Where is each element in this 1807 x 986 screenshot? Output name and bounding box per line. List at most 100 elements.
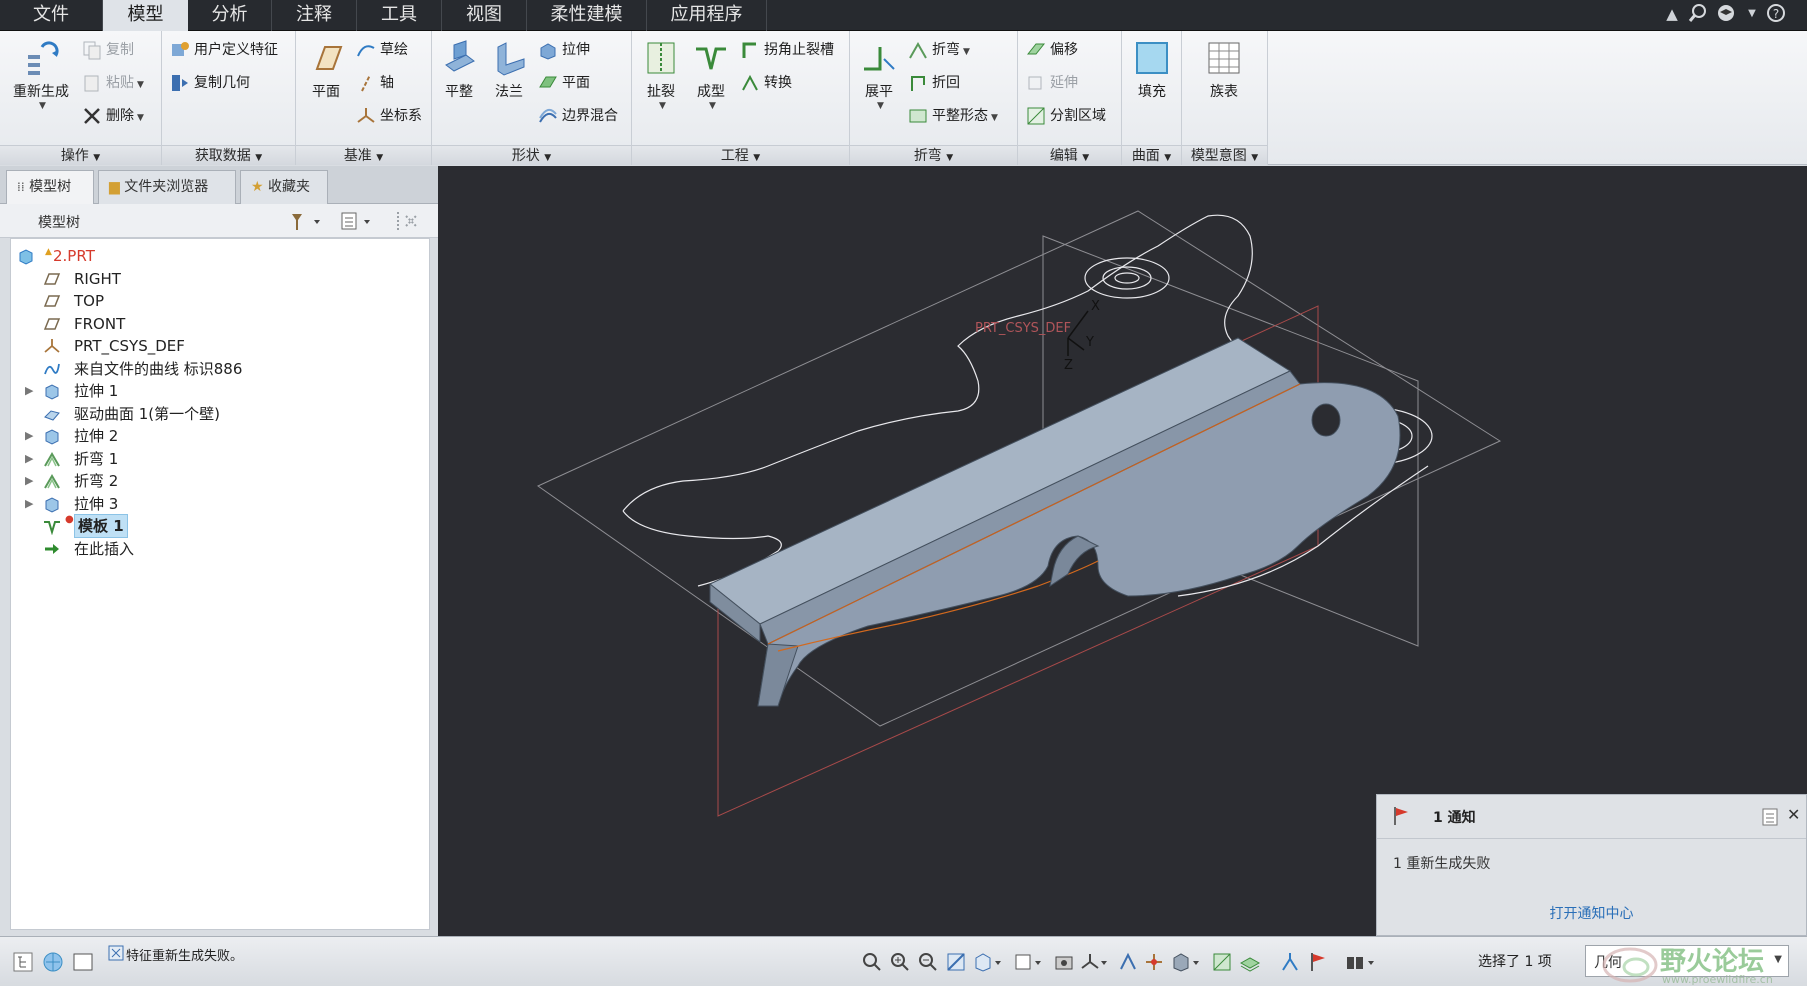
- filter-select-value: 几何: [1594, 955, 1622, 971]
- group-engineering-label[interactable]: 工程 ▼: [632, 145, 849, 165]
- boundary-blend-button[interactable]: 边界混合: [538, 103, 618, 129]
- help-icon[interactable]: ?: [1765, 3, 1787, 25]
- collapse-ribbon-icon[interactable]: ▲: [1661, 3, 1683, 25]
- filter-select[interactable]: 几何 ▼: [1585, 945, 1789, 977]
- show-tree-icon[interactable]: [12, 951, 34, 973]
- udf-button[interactable]: 用户定义特征: [170, 37, 278, 63]
- browser-icon[interactable]: [42, 951, 64, 973]
- sketch-button[interactable]: 草绘: [356, 37, 408, 63]
- flange-icon: [497, 42, 525, 76]
- extend-label: 延伸: [1050, 75, 1078, 91]
- paste-button[interactable]: 粘贴 ▼: [82, 70, 144, 96]
- bend-button[interactable]: 折弯 ▼: [908, 37, 970, 63]
- svg-text:?: ?: [1773, 7, 1779, 21]
- menu-tab-view[interactable]: 视图: [442, 0, 527, 31]
- selection-filter-icon[interactable]: [1279, 951, 1301, 973]
- layers-icon[interactable]: [1239, 951, 1261, 973]
- axis-button[interactable]: 轴: [356, 70, 394, 96]
- fill-button[interactable]: 填充: [1126, 39, 1178, 101]
- tree-settings-icon[interactable]: [288, 210, 324, 236]
- tab-folder-browser[interactable]: ▆ 文件夹浏览器: [98, 170, 236, 204]
- flat-pattern-button[interactable]: 平整形态 ▼: [908, 103, 998, 129]
- copy-button[interactable]: 复制: [82, 37, 134, 63]
- rip-button[interactable]: 扯裂 ▼: [636, 39, 686, 111]
- bend-back-button[interactable]: 折回: [908, 70, 960, 96]
- extend-button[interactable]: 延伸: [1026, 70, 1078, 96]
- family-table-button[interactable]: 族表: [1194, 39, 1254, 101]
- menu-tab-tools[interactable]: 工具: [357, 0, 442, 31]
- extrude-button[interactable]: 拉伸: [538, 37, 590, 63]
- rip-label: 扯裂: [647, 84, 675, 100]
- spin-center-icon[interactable]: [1143, 951, 1165, 973]
- bend-back-icon: [908, 73, 928, 93]
- perspective-icon[interactable]: [1053, 951, 1075, 973]
- corner-relief-button[interactable]: 拐角止裂槽: [740, 37, 834, 63]
- open-notification-center-link[interactable]: 打开通知中心: [1377, 903, 1806, 923]
- group-get-data-label[interactable]: 获取数据 ▼: [162, 145, 295, 165]
- planar-button[interactable]: 平面: [538, 70, 590, 96]
- datum-plane-icon: [43, 292, 61, 310]
- group-surface-label[interactable]: 曲面 ▼: [1122, 145, 1181, 165]
- tab-favorites[interactable]: ★ 收藏夹: [240, 170, 328, 204]
- flat-wall-button[interactable]: 平整: [434, 39, 484, 101]
- group-shapes-label[interactable]: 形状 ▼: [432, 145, 631, 165]
- model-tree-header: 模型树: [0, 204, 438, 238]
- unbend-dropdown-icon[interactable]: ▼: [855, 101, 906, 111]
- repaint-icon[interactable]: [945, 951, 967, 973]
- menu-tab-model[interactable]: 模型: [103, 0, 188, 31]
- regenerate-icon: [28, 41, 59, 75]
- fill-icon: [1136, 42, 1168, 74]
- udf-label: 用户定义特征: [194, 42, 278, 58]
- tree-display-icon[interactable]: [340, 210, 376, 236]
- tab-model-tree[interactable]: ⁞⁞ 模型树: [6, 170, 94, 204]
- extrude-icon: [538, 40, 558, 60]
- menu-tab-annotate[interactable]: 注释: [272, 0, 357, 31]
- regenerate-button[interactable]: 重新生成 ▼: [6, 39, 76, 111]
- display-style-icon[interactable]: [1171, 951, 1199, 973]
- unbend-button[interactable]: 展平 ▼: [852, 39, 906, 111]
- refit-icon[interactable]: [861, 951, 883, 973]
- boundary-blend-icon: [538, 106, 558, 126]
- form-button[interactable]: 成型 ▼: [686, 39, 736, 111]
- annotation-display-icon[interactable]: [1117, 951, 1139, 973]
- menu-tab-apps[interactable]: 应用程序: [647, 0, 767, 31]
- convert-button[interactable]: 转换: [740, 70, 792, 96]
- regenerate-dropdown-icon[interactable]: ▼: [9, 101, 76, 111]
- model-display-icon[interactable]: [1211, 951, 1233, 973]
- group-operations-label[interactable]: 操作 ▼: [0, 145, 161, 165]
- menu-tab-flexible[interactable]: 柔性建模: [527, 0, 647, 31]
- group-edit-label[interactable]: 编辑 ▼: [1018, 145, 1121, 165]
- delete-button[interactable]: 删除 ▼: [82, 103, 144, 129]
- group-datum-label[interactable]: 基准 ▼: [296, 145, 431, 165]
- csys-button[interactable]: 坐标系: [356, 103, 422, 129]
- menu-tab-analysis[interactable]: 分析: [188, 0, 272, 31]
- datum-display-icon[interactable]: [1079, 951, 1107, 973]
- flange-button[interactable]: 法兰: [484, 39, 534, 101]
- search-icon[interactable]: [1687, 3, 1709, 25]
- tree-row[interactable]: 在此插入: [11, 536, 429, 562]
- notification-list-icon[interactable]: [1761, 807, 1779, 831]
- corner-relief-label: 拐角止裂槽: [764, 42, 834, 58]
- status-flag-icon[interactable]: [1307, 951, 1329, 973]
- dropdown-icon[interactable]: ▼: [1741, 3, 1763, 25]
- learning-connector-icon[interactable]: [1715, 3, 1737, 25]
- zoom-in-icon[interactable]: [889, 951, 911, 973]
- tree-filter-icon[interactable]: [394, 210, 420, 236]
- offset-button[interactable]: 偏移: [1026, 37, 1078, 63]
- datum-plane-icon: [43, 315, 61, 333]
- find-icon[interactable]: [1345, 951, 1374, 973]
- datum-plane-button[interactable]: 平面: [300, 39, 352, 101]
- menu-tab-file[interactable]: 文件: [0, 0, 103, 31]
- view-manager-icon[interactable]: [1013, 951, 1041, 973]
- zoom-out-icon[interactable]: [917, 951, 939, 973]
- form-dropdown-icon[interactable]: ▼: [689, 101, 736, 111]
- split-area-button[interactable]: 分割区域: [1026, 103, 1106, 129]
- group-bends-label[interactable]: 折弯 ▼: [850, 145, 1017, 165]
- notification-close-icon[interactable]: ✕: [1787, 805, 1800, 824]
- copy-geometry-button[interactable]: 复制几何: [170, 70, 250, 96]
- fullscreen-icon[interactable]: [72, 951, 94, 973]
- left-panel-tabs: ⁞⁞ 模型树 ▆ 文件夹浏览器 ★ 收藏夹: [0, 166, 438, 204]
- rip-dropdown-icon[interactable]: ▼: [639, 101, 686, 111]
- group-model-intent-label[interactable]: 模型意图 ▼: [1182, 145, 1267, 165]
- saved-orientations-icon[interactable]: [973, 951, 1001, 973]
